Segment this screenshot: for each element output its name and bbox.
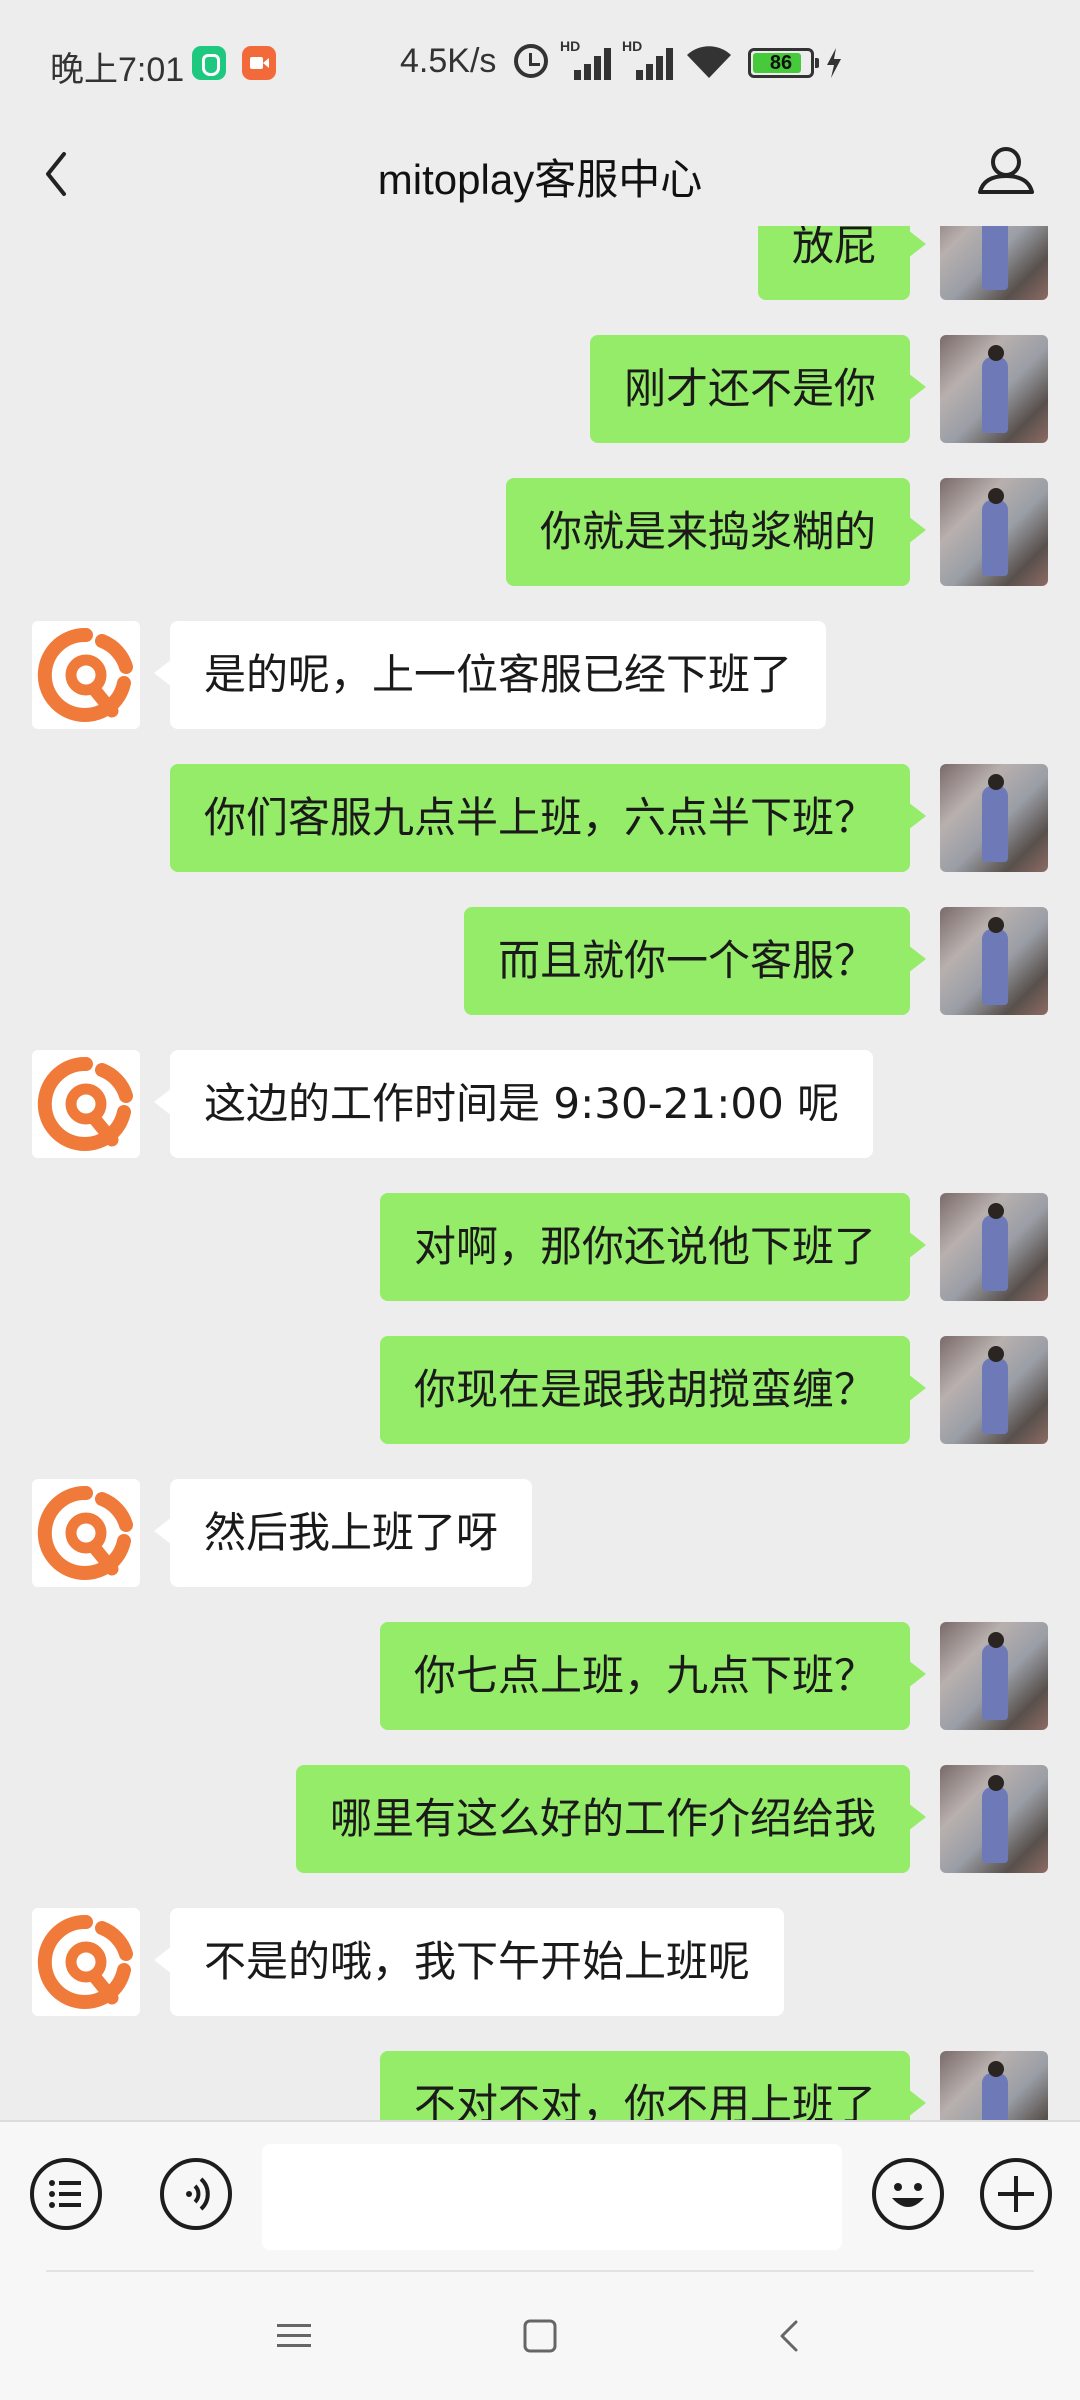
battery-icon: 86 [748,48,819,78]
list-menu-icon[interactable] [30,2158,102,2230]
message-row-sent: 放屁 [0,226,1080,302]
signal-icon: HD [560,38,616,80]
user-avatar[interactable] [940,478,1048,586]
message-list[interactable]: 放屁刚才还不是你你就是来捣浆糊的是的呢，上一位客服已经下班了你们客服九点半上班，… [0,226,1080,2120]
nav-home-icon[interactable] [520,2316,560,2356]
message-row-received: 是的呢，上一位客服已经下班了 [0,621,1080,731]
message-row-sent: 你们客服九点半上班，六点半下班？ [0,764,1080,874]
agent-avatar[interactable] [32,1908,140,2016]
sent-message-bubble[interactable]: 不对不对，你不用上班了 [379,2051,927,2120]
user-avatar[interactable] [940,1336,1048,1444]
message-row-received: 然后我上班了呀 [0,1479,1080,1589]
agent-avatar[interactable] [32,621,140,729]
message-row-sent: 你七点上班，九点下班？ [0,1622,1080,1732]
input-bar [0,2120,1080,2270]
message-input[interactable] [262,2144,842,2250]
agent-avatar[interactable] [32,1479,140,1587]
nav-back-icon[interactable] [770,2316,810,2356]
user-avatar[interactable] [940,335,1048,443]
received-message-bubble[interactable]: 然后我上班了呀 [153,1479,533,1587]
system-nav-bar [0,2270,1080,2400]
user-avatar[interactable] [940,226,1048,300]
user-avatar[interactable] [940,1622,1048,1730]
status-bar: 晚上7:01 4.5K/s HD HD 86 [0,0,1080,124]
person-icon[interactable] [974,132,1038,212]
message-row-sent: 你就是来捣浆糊的 [0,478,1080,588]
sent-message-bubble[interactable]: 放屁 [757,226,927,300]
user-avatar[interactable] [940,2051,1048,2120]
sent-message-bubble[interactable]: 哪里有这么好的工作介绍给我 [295,1765,927,1873]
alarm-icon [514,44,548,78]
received-message-bubble[interactable]: 是的呢，上一位客服已经下班了 [153,621,827,729]
received-message-bubble[interactable]: 不是的哦，我下午开始上班呢 [153,1908,785,2016]
voice-icon[interactable] [160,2158,232,2230]
message-row-received: 这边的工作时间是 9:30-21:00 呢 [0,1050,1080,1160]
network-speed: 4.5K/s [400,42,497,80]
wifi-icon [687,46,731,78]
sent-message-bubble[interactable]: 你就是来捣浆糊的 [505,478,927,586]
user-avatar[interactable] [940,907,1048,1015]
status-time: 晚上7:01 [50,51,185,89]
nav-menu-icon[interactable] [274,2316,314,2356]
agent-avatar[interactable] [32,1050,140,1158]
message-row-sent: 不对不对，你不用上班了 [0,2051,1080,2120]
user-avatar[interactable] [940,1193,1048,1301]
sent-message-bubble[interactable]: 你现在是跟我胡搅蛮缠？ [379,1336,927,1444]
battery-level: 86 [769,52,793,74]
user-avatar[interactable] [940,1765,1048,1873]
sent-message-bubble[interactable]: 而且就你一个客服？ [463,907,927,1015]
emoji-icon[interactable] [872,2158,944,2230]
screen-record-icon [242,46,276,80]
message-row-sent: 对啊，那你还说他下班了 [0,1193,1080,1303]
divider [46,2270,1034,2272]
plus-icon[interactable] [980,2158,1052,2230]
charging-icon [827,48,841,78]
message-row-sent: 哪里有这么好的工作介绍给我 [0,1765,1080,1875]
sent-message-bubble[interactable]: 你们客服九点半上班，六点半下班？ [169,764,927,872]
message-row-sent: 刚才还不是你 [0,335,1080,445]
chat-header: mitoplay客服中心 [0,124,1080,226]
received-message-bubble[interactable]: 这边的工作时间是 9:30-21:00 呢 [153,1050,874,1158]
signal-icon: HD [622,38,678,80]
sent-message-bubble[interactable]: 你七点上班，九点下班？ [379,1622,927,1730]
user-avatar[interactable] [940,764,1048,872]
message-row-sent: 而且就你一个客服？ [0,907,1080,1017]
chat-title: mitoplay客服中心 [377,156,703,203]
sent-message-bubble[interactable]: 刚才还不是你 [589,335,927,443]
app-green-icon [192,46,226,80]
sent-message-bubble[interactable]: 对啊，那你还说他下班了 [379,1193,927,1301]
message-row-received: 不是的哦，我下午开始上班呢 [0,1908,1080,2018]
message-row-sent: 你现在是跟我胡搅蛮缠？ [0,1336,1080,1446]
